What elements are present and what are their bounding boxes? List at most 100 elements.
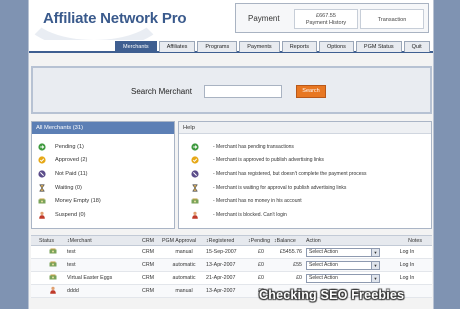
transaction-link[interactable]: Transaction xyxy=(360,9,424,29)
search-input[interactable] xyxy=(204,85,282,98)
pending-amount: £0 xyxy=(258,275,264,281)
money-empty-icon xyxy=(49,247,57,255)
login-link[interactable]: Log In xyxy=(388,275,426,281)
chevron-down-icon: ▼ xyxy=(371,274,379,282)
not-paid-icon xyxy=(191,170,199,178)
search-button[interactable]: Search xyxy=(296,85,326,98)
status-item-waiting[interactable]: Waiting (0) xyxy=(38,181,174,195)
action-select[interactable]: Select Action ▼ xyxy=(306,247,380,257)
help-panel-header: Help xyxy=(179,122,431,134)
table-row: Virtual Easter Eggs CRM automatic 21-Apr… xyxy=(31,272,432,285)
payment-history-link[interactable]: £667.55 Payment History xyxy=(294,9,358,29)
pending-amount: £0 xyxy=(258,249,264,255)
tab-merchants[interactable]: Merchants xyxy=(115,41,157,52)
registered-date: 13-Apr-2007 xyxy=(206,262,236,268)
col-balance[interactable]: ↕Balance xyxy=(274,236,306,245)
action-cell: Select Action ▼ xyxy=(306,260,388,270)
crm-link[interactable]: CRM xyxy=(142,262,162,268)
table-row: test CRM manual 15-Sep-2007 £0 £5455.76 … xyxy=(31,246,432,259)
help-item-text: - Merchant has registered, but doesn't c… xyxy=(213,170,367,177)
money-empty-icon xyxy=(38,197,46,205)
suspend-icon xyxy=(38,211,46,219)
help-item: - Merchant is waiting for approval to pu… xyxy=(191,181,431,195)
tab-pgm-status[interactable]: PGM Status xyxy=(355,41,402,52)
main-nav: Merchants Affiliates Programs Payments R… xyxy=(115,41,430,52)
status-item-money-empty[interactable]: Money Empty (18) xyxy=(38,194,174,208)
help-item-text: - Merchant has no money in his account xyxy=(213,198,302,205)
merchant-name-link[interactable]: test xyxy=(67,249,142,255)
help-item: - Merchant is approved to publish advert… xyxy=(191,154,431,168)
merchants-panel: All Merchants (31) Pending (1) Approved … xyxy=(31,121,175,229)
pgm-approval: automatic xyxy=(172,262,196,268)
tab-options[interactable]: Options xyxy=(318,41,354,52)
status-item-pending[interactable]: Pending (1) xyxy=(38,140,174,154)
header: Affiliate Network Pro Payment £667.55 Pa… xyxy=(29,0,433,50)
tab-quit[interactable]: Quit xyxy=(403,41,430,52)
nav-bar: Merchants Affiliates Programs Payments R… xyxy=(29,40,433,53)
approved-icon xyxy=(191,156,199,164)
chevron-down-icon: ▼ xyxy=(371,248,379,256)
col-pending[interactable]: ↕Pending xyxy=(248,236,274,245)
status-item-approved[interactable]: Approved (2) xyxy=(38,154,174,168)
status-item-label: Approved (2) xyxy=(55,157,88,164)
help-item: - Merchant has registered, but doesn't c… xyxy=(191,167,431,181)
action-select[interactable]: Select Action ▼ xyxy=(306,273,380,283)
login-link[interactable]: Log In xyxy=(388,249,426,255)
col-action: Action xyxy=(306,238,321,244)
help-item-text: - Merchant is waiting for approval to pu… xyxy=(213,184,347,191)
merchant-name-link[interactable]: test xyxy=(67,262,142,268)
action-cell: Select Action ▼ xyxy=(306,273,388,283)
status-item-label: Waiting (0) xyxy=(55,184,82,191)
merchant-status-list: Pending (1) Approved (2) Not Paid (11) W… xyxy=(32,134,174,222)
crm-link[interactable]: CRM xyxy=(142,275,162,281)
tab-programs[interactable]: Programs xyxy=(197,41,238,52)
payment-label: Payment xyxy=(248,14,280,23)
tab-payments[interactable]: Payments xyxy=(239,41,280,52)
col-pgm-approval: PGM Approval xyxy=(162,238,197,244)
pending-icon xyxy=(38,143,46,151)
merchant-name-link[interactable]: dddd xyxy=(67,288,142,294)
login-link[interactable]: Log In xyxy=(388,262,426,268)
row-status-cell xyxy=(31,286,67,296)
pgm-approval: manual xyxy=(175,249,193,255)
col-merchant-label: Merchant xyxy=(69,238,92,244)
status-item-not-paid[interactable]: Not Paid (11) xyxy=(38,167,174,181)
help-item: - Merchant is blocked. Can't login xyxy=(191,208,431,222)
col-status[interactable]: Status xyxy=(31,236,67,245)
suspend-icon xyxy=(191,211,199,219)
tab-affiliates[interactable]: Affiliates xyxy=(158,41,196,52)
registered-date: 15-Sep-2007 xyxy=(206,249,237,255)
row-status-cell xyxy=(31,247,67,257)
col-registered[interactable]: ↕Registered xyxy=(206,236,248,245)
merchants-panel-header[interactable]: All Merchants (31) xyxy=(32,122,174,134)
logo: Affiliate Network Pro xyxy=(43,10,187,27)
status-item-label: Pending (1) xyxy=(55,143,84,150)
status-item-label: Not Paid (11) xyxy=(55,170,88,177)
search-merchant-panel: Search Merchant Search xyxy=(31,66,432,114)
pgm-approval: automatic xyxy=(172,275,196,281)
balance-amount: £5455.76 xyxy=(279,249,302,255)
pgm-approval: manual xyxy=(175,288,193,294)
col-notes: Notes xyxy=(408,238,422,244)
money-empty-icon xyxy=(49,273,57,281)
table-header: Status ↕Merchant CRM PGM Approval ↕Regis… xyxy=(31,235,432,246)
watermark-text: Checking SEO Freebies xyxy=(259,288,405,302)
balance-amount: £55 xyxy=(293,262,302,268)
action-select[interactable]: Select Action ▼ xyxy=(306,260,380,270)
payment-box: Payment £667.55 Payment History Transact… xyxy=(235,3,429,33)
not-paid-icon xyxy=(38,170,46,178)
money-empty-icon xyxy=(49,260,57,268)
pending-amount: £0 xyxy=(258,262,264,268)
status-item-suspend[interactable]: Suspend (0) xyxy=(38,208,174,222)
merchant-name-link[interactable]: Virtual Easter Eggs xyxy=(67,275,142,281)
crm-link[interactable]: CRM xyxy=(142,249,162,255)
tab-reports[interactable]: Reports xyxy=(281,41,317,52)
crm-link[interactable]: CRM xyxy=(142,288,162,294)
registered-date: 13-Apr-2007 xyxy=(206,288,236,294)
status-item-label: Suspend (0) xyxy=(55,211,86,218)
action-cell: Select Action ▼ xyxy=(306,247,388,257)
col-merchant[interactable]: ↕Merchant xyxy=(67,236,142,245)
action-select-value: Select Action xyxy=(309,274,338,281)
money-empty-icon xyxy=(191,197,199,205)
waiting-icon xyxy=(191,183,199,192)
